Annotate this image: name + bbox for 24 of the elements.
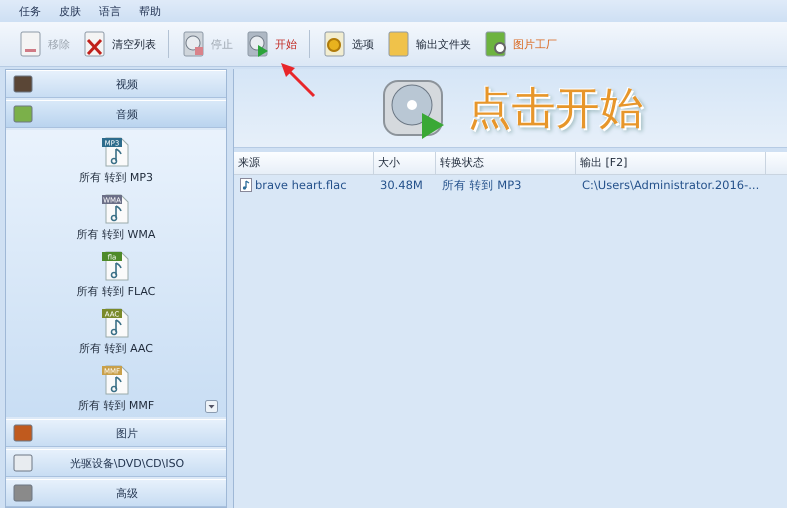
table-cell-text: C:\Users\Administrator.2016-... (581, 178, 760, 192)
menu-item[interactable]: 皮肤 (52, 2, 88, 20)
toolbar-button[interactable]: 选项 (318, 28, 378, 60)
toolbar-button[interactable]: 开始 (241, 28, 301, 60)
category-header[interactable]: 音频 (6, 100, 226, 128)
column-header[interactable]: 大小 (374, 152, 436, 175)
toolbar-button[interactable]: 输出文件夹 (382, 28, 475, 60)
column-header-filler (766, 152, 787, 175)
table-cell: brave heart.flac (234, 178, 374, 192)
category-header[interactable]: 视频 (6, 70, 226, 98)
menu-item[interactable]: 任务 (12, 2, 48, 20)
column-header[interactable]: 转换状态 (436, 152, 576, 175)
category-header[interactable]: 高级 (6, 479, 226, 507)
category-header[interactable]: 图片 (6, 419, 226, 447)
toolbar-button[interactable]: 清空列表 (78, 28, 160, 60)
column-header[interactable]: 输出 [F2] (576, 152, 766, 175)
column-header[interactable]: 来源 (234, 152, 374, 175)
category-header[interactable]: 光驱设备\DVD\CD\ISO (6, 449, 226, 477)
table-cell-text: 所有 转到 MP3 (441, 178, 522, 192)
menu-item[interactable]: 语言 (92, 2, 128, 20)
menu-item[interactable]: 帮助 (132, 2, 168, 20)
annotation-arrow (278, 60, 318, 98)
scroll-down-button[interactable] (205, 400, 218, 413)
table-cell-text: 30.48M (379, 178, 424, 192)
